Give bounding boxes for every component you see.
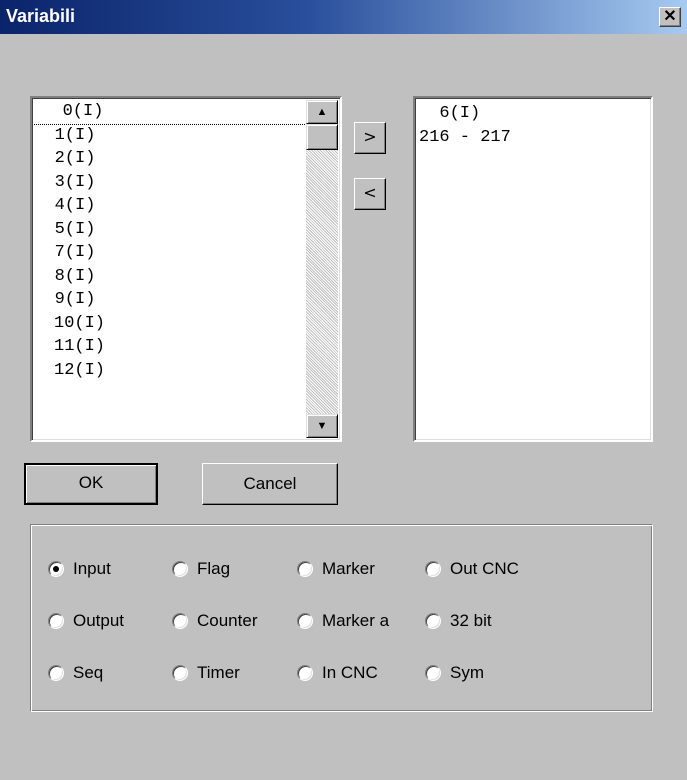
list-item[interactable]: 7(I) <box>54 241 96 265</box>
radio-marker-a[interactable]: Marker a <box>297 610 389 632</box>
radio-seq[interactable]: Seq <box>48 662 103 684</box>
list-item[interactable]: 2(I) <box>54 147 96 171</box>
close-icon: ✕ <box>663 8 677 25</box>
radio-circle <box>297 561 313 577</box>
title-bar: Variabili ✕ <box>0 0 687 34</box>
list-item[interactable]: 4(I) <box>54 194 96 218</box>
radio-timer[interactable]: Timer <box>172 662 240 684</box>
list-item[interactable]: 9(I) <box>54 288 96 312</box>
list-item[interactable]: 216 - 217 <box>419 126 649 150</box>
list-item[interactable]: 0(I) <box>34 100 306 125</box>
radio-label: Sym <box>450 663 484 682</box>
radio-circle <box>425 665 441 681</box>
close-button[interactable]: ✕ <box>659 7 681 27</box>
radio-label: Counter <box>197 611 258 630</box>
radio-label: Marker a <box>322 611 390 630</box>
selected-variables-list[interactable]: 6(I) 216 - 217 <box>413 96 653 442</box>
list-item[interactable]: 3(I) <box>54 171 96 195</box>
list-item[interactable]: 5(I) <box>54 218 96 242</box>
arrow-up-icon: ▲ <box>316 106 328 118</box>
radio-circle <box>425 613 441 629</box>
radio-label: Marker <box>322 559 375 578</box>
list-item[interactable]: 12(I) <box>54 359 105 383</box>
radio-circle <box>172 561 188 577</box>
variable-type-group: Input Flag Marker Out CNC Output Counter… <box>30 524 653 712</box>
available-variables-rows: 0(I) 1(I) 2(I) 3(I) 4(I) 5(I) 7(I) 8(I) … <box>34 100 306 438</box>
radio-circle <box>48 613 64 629</box>
scroll-thumb[interactable] <box>306 124 338 150</box>
radio-label: In CNC <box>322 663 378 682</box>
arrow-down-icon: ▼ <box>316 420 328 432</box>
ok-button[interactable]: OK <box>24 463 158 505</box>
list-item[interactable]: 1(I) <box>54 124 96 148</box>
scroll-up-button[interactable]: ▲ <box>306 100 338 124</box>
radio-circle <box>172 613 188 629</box>
radio-label: Seq <box>73 663 104 682</box>
radio-circle <box>48 561 64 577</box>
radio-circle <box>172 665 188 681</box>
radio-label: Timer <box>197 663 240 682</box>
radio-label: Out CNC <box>450 559 519 578</box>
radio-label: 32 bit <box>450 611 492 630</box>
radio-label: Input <box>73 559 111 578</box>
radio-label: Output <box>73 611 125 630</box>
radio-marker[interactable]: Marker <box>297 558 375 580</box>
remove-variable-button[interactable]: < <box>354 178 386 210</box>
radio-out-cnc[interactable]: Out CNC <box>425 558 519 580</box>
radio-circle <box>425 561 441 577</box>
cancel-button[interactable]: Cancel <box>202 463 338 505</box>
radio-counter[interactable]: Counter <box>172 610 257 632</box>
list-item[interactable]: 11(I) <box>54 335 105 359</box>
radio-sym[interactable]: Sym <box>425 662 484 684</box>
window-title: Variabili <box>6 6 76 26</box>
list-item[interactable]: 6(I) <box>419 102 649 126</box>
available-variables-list[interactable]: 0(I) 1(I) 2(I) 3(I) 4(I) 5(I) 7(I) 8(I) … <box>30 96 342 442</box>
list-item[interactable]: 8(I) <box>54 265 96 289</box>
radio-output[interactable]: Output <box>48 610 124 632</box>
radio-label: Flag <box>197 559 231 578</box>
radio-input[interactable]: Input <box>48 558 111 580</box>
radio-circle <box>297 665 313 681</box>
add-variable-button[interactable]: > <box>354 122 386 154</box>
radio-flag[interactable]: Flag <box>172 558 230 580</box>
selected-variables-rows: 6(I) 216 - 217 <box>419 102 649 438</box>
list-item[interactable]: 10(I) <box>54 312 105 336</box>
radio-in-cnc[interactable]: In CNC <box>297 662 378 684</box>
radio-circle <box>297 613 313 629</box>
radio-32-bit[interactable]: 32 bit <box>425 610 492 632</box>
scroll-down-button[interactable]: ▼ <box>306 414 338 438</box>
vertical-scrollbar[interactable]: ▲ ▼ <box>306 100 338 438</box>
radio-circle <box>48 665 64 681</box>
